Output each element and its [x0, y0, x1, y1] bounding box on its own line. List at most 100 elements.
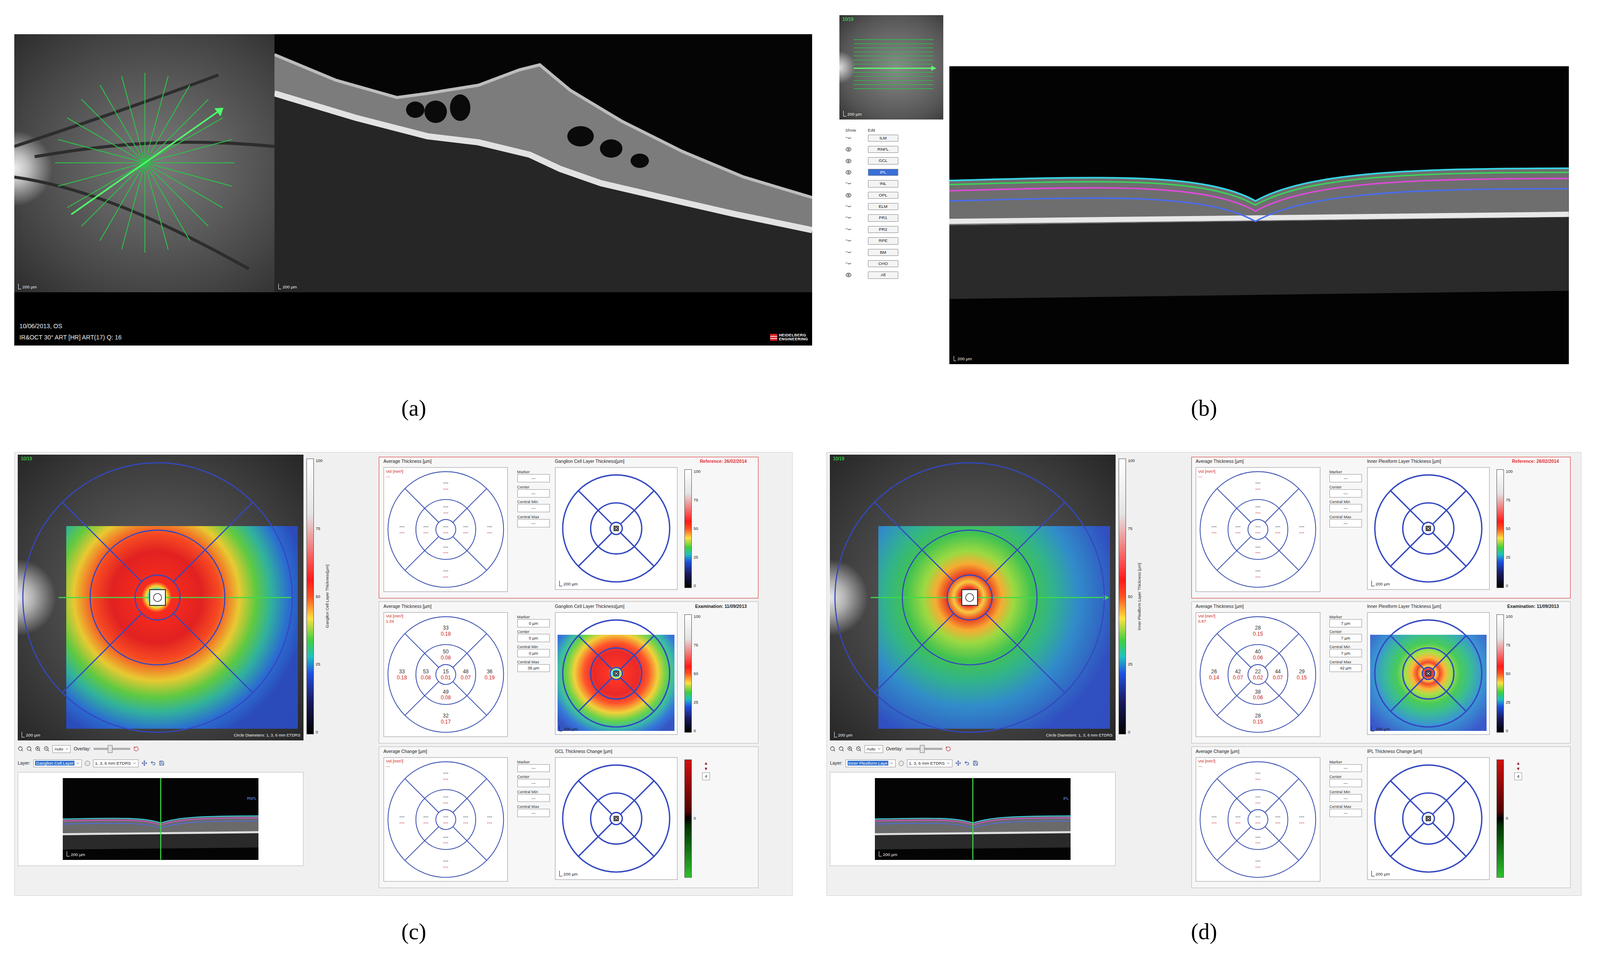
- field-value[interactable]: ---: [1329, 503, 1362, 513]
- colorbar: 0▲▼4: [681, 757, 747, 878]
- step-down-button[interactable]: ▼: [1516, 766, 1521, 771]
- field-value[interactable]: ---: [1329, 489, 1362, 498]
- field-value[interactable]: ---: [1329, 764, 1362, 773]
- field-value[interactable]: 0 µm: [517, 619, 550, 628]
- hidden-eye-icon[interactable]: [845, 260, 852, 267]
- grid-select[interactable]: 1, 3, 6 mm ETDRS: [93, 759, 139, 768]
- save-icon[interactable]: [158, 760, 165, 766]
- field-value[interactable]: ---: [517, 503, 550, 513]
- hidden-eye-icon[interactable]: [845, 180, 852, 187]
- zoom-out-icon[interactable]: [855, 745, 862, 752]
- field-value[interactable]: ---: [517, 808, 550, 817]
- hidden-eye-icon[interactable]: [845, 226, 852, 233]
- overlay-slider[interactable]: [93, 747, 131, 750]
- svg-text:---: ---: [1211, 819, 1217, 826]
- eye-icon[interactable]: [845, 169, 852, 176]
- step-value[interactable]: 4: [1514, 772, 1523, 781]
- layer-button[interactable]: IPL: [867, 168, 899, 176]
- layer-button[interactable]: PR2: [867, 225, 899, 233]
- field-value[interactable]: 7 µm: [1329, 648, 1362, 658]
- hidden-eye-icon[interactable]: [845, 203, 852, 210]
- layer-button[interactable]: GCL: [867, 157, 899, 165]
- field-value[interactable]: ---: [1329, 778, 1362, 788]
- sector-value: ------: [443, 813, 449, 826]
- svg-text:15: 15: [442, 668, 449, 675]
- layer-button[interactable]: OPL: [867, 191, 899, 199]
- field-value[interactable]: 0 µm: [517, 648, 550, 658]
- slider-thumb[interactable]: [107, 745, 113, 754]
- step-up-button[interactable]: ▲: [1516, 761, 1521, 766]
- grid-radio[interactable]: [898, 760, 904, 766]
- hidden-eye-icon[interactable]: [845, 214, 852, 221]
- zoom-in-icon[interactable]: [847, 745, 853, 752]
- hidden-eye-icon[interactable]: [845, 249, 852, 256]
- sector-value: ------: [443, 480, 449, 493]
- step-up-button[interactable]: ▲: [703, 761, 709, 766]
- svg-text:32: 32: [442, 712, 449, 719]
- field-value[interactable]: 0 µm: [517, 633, 550, 642]
- zoom-select[interactable]: Auto: [52, 745, 71, 754]
- field-value[interactable]: ---: [517, 489, 550, 498]
- field-value[interactable]: ---: [1329, 808, 1362, 817]
- zoom-out-icon[interactable]: [43, 745, 50, 752]
- colorbar-tick: 25: [693, 554, 701, 559]
- zoom-in-icon[interactable]: [35, 745, 41, 752]
- layer-button[interactable]: RPE: [867, 237, 899, 245]
- hidden-eye-icon[interactable]: [845, 237, 852, 244]
- field-value[interactable]: ---: [1329, 519, 1362, 528]
- field-value[interactable]: 7 µm: [1329, 633, 1362, 642]
- eye-icon[interactable]: [845, 158, 852, 165]
- colorbar-scale: [1118, 458, 1126, 734]
- step-down-button[interactable]: ▼: [703, 766, 709, 771]
- layer-row: PR1: [839, 212, 944, 224]
- hidden-eye-icon[interactable]: [845, 135, 852, 142]
- eye-icon[interactable]: [845, 192, 852, 199]
- field-value[interactable]: ---: [1329, 793, 1362, 803]
- layer-button[interactable]: All: [867, 271, 899, 279]
- svg-text:---: ---: [1255, 799, 1261, 806]
- layer-button[interactable]: ILM: [867, 134, 899, 142]
- eye-icon[interactable]: [845, 271, 852, 278]
- layer-select[interactable]: Inner Plexiform Laye: [845, 759, 896, 768]
- field-value[interactable]: ---: [1329, 474, 1362, 483]
- field-value[interactable]: ---: [517, 778, 550, 788]
- move-icon[interactable]: [955, 760, 962, 766]
- search-icon[interactable]: [829, 745, 836, 752]
- stat-fields: Marker---Center---Central Min---Central …: [514, 467, 555, 595]
- layer-label: Layer:: [829, 760, 843, 766]
- save-icon[interactable]: [972, 760, 979, 766]
- undo-icon[interactable]: [964, 760, 970, 766]
- field-value[interactable]: 35 µm: [517, 664, 550, 673]
- field-value[interactable]: ---: [517, 474, 550, 483]
- layer-button[interactable]: BM: [867, 248, 899, 256]
- move-icon[interactable]: [141, 760, 148, 766]
- field-value[interactable]: 7 µm: [1329, 619, 1362, 628]
- layer-button[interactable]: PR1: [867, 214, 899, 222]
- zoom-select[interactable]: Auto: [864, 745, 883, 754]
- layer-button[interactable]: CHO: [867, 260, 899, 268]
- stat-field: Center---: [517, 774, 555, 788]
- magnifier-icon[interactable]: [26, 745, 33, 752]
- field-value[interactable]: ---: [517, 519, 550, 528]
- slider-thumb[interactable]: [919, 745, 925, 754]
- layer-button[interactable]: RNFL: [867, 145, 899, 153]
- overlay-slider[interactable]: [905, 747, 943, 750]
- layer-button[interactable]: ELM: [867, 203, 899, 210]
- grid-select[interactable]: 1, 3, 6 mm ETDRS: [906, 759, 953, 768]
- undo-icon[interactable]: [150, 760, 156, 766]
- layer-button[interactable]: INL: [867, 180, 899, 188]
- reset-icon[interactable]: [945, 745, 952, 752]
- field-value[interactable]: 42 µm: [1329, 664, 1362, 673]
- field-value[interactable]: ---: [517, 764, 550, 773]
- map-title: Inner Plexiform Layer Thickness [µm]: [1367, 458, 1442, 466]
- step-value[interactable]: 4: [702, 772, 711, 781]
- magnifier-icon[interactable]: [838, 745, 845, 752]
- search-icon[interactable]: [17, 745, 24, 752]
- field-value[interactable]: ---: [517, 793, 550, 803]
- reset-icon[interactable]: [133, 745, 139, 752]
- eye-icon[interactable]: [845, 146, 852, 153]
- layer-select[interactable]: Ganglion Cell Layer: [33, 759, 83, 768]
- step-control: ▲▼4: [697, 759, 710, 878]
- panel-a: 200 µm200 µm10/06/2013, OSIR&OCT 30° ART…: [14, 34, 813, 346]
- grid-radio[interactable]: [84, 760, 90, 766]
